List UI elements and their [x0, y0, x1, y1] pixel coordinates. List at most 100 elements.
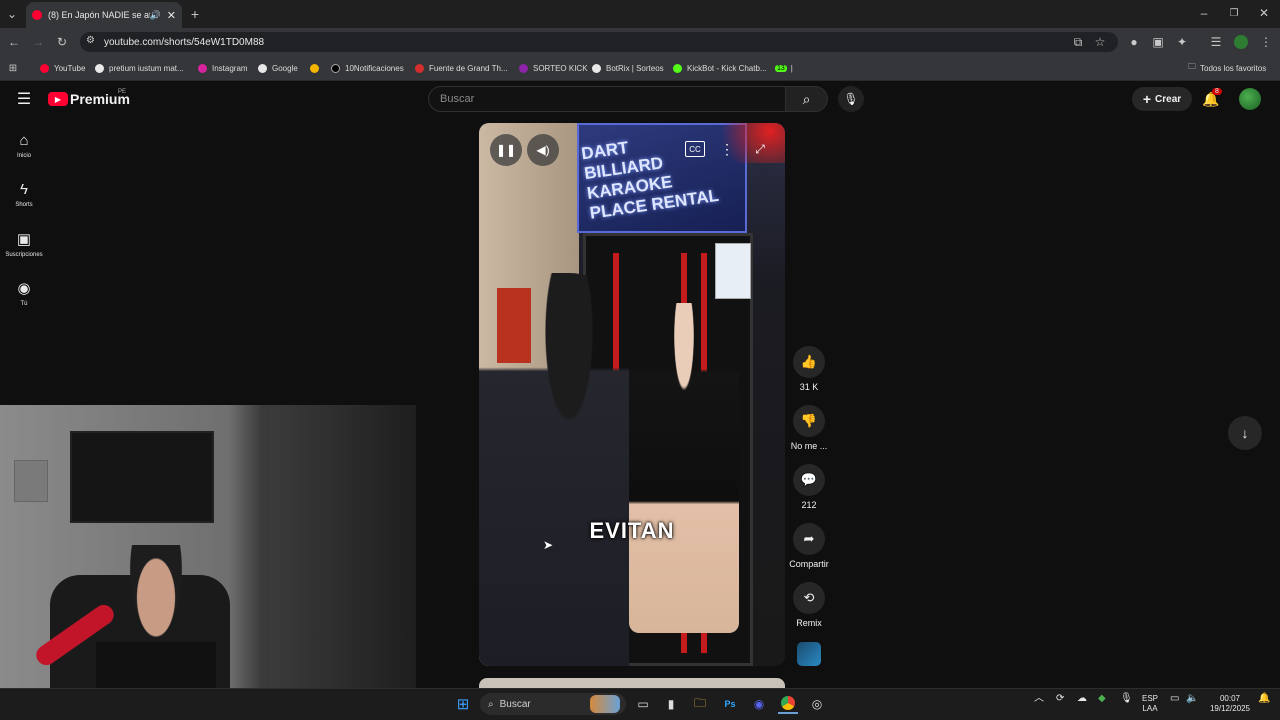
extension-icon[interactable]: ●	[1126, 34, 1142, 50]
wall-panel-scene	[14, 460, 48, 502]
site-info-icon[interactable]: ⚙	[86, 35, 95, 46]
kickbot-icon	[673, 63, 682, 73]
address-bar[interactable]: ⚙ youtube.com/shorts/54eW1TD0M88	[80, 32, 1118, 52]
microphone-tray-icon[interactable]: 🎙	[1120, 694, 1133, 704]
bookmark-sorteo-kick[interactable]: SORTEO KICK	[519, 61, 588, 75]
language-indicator[interactable]: ESP LAA	[1142, 694, 1158, 714]
sidebar-item-tu[interactable]: ◉ Tú	[0, 279, 48, 307]
bookmark-instagram[interactable]: Instagram	[198, 61, 248, 75]
chrome-icon[interactable]	[778, 694, 798, 714]
like-count: 31 K	[799, 382, 819, 392]
search-button[interactable]: ⌕	[786, 86, 828, 112]
bookmark-kickbot[interactable]: KickBot - Kick Chatb...	[673, 61, 767, 75]
back-icon[interactable]: ←	[6, 34, 22, 50]
clock[interactable]: 00:07 19/12/2025	[1206, 694, 1254, 714]
onedrive-icon[interactable]: ☁	[1077, 694, 1087, 704]
volume-button[interactable]: ◀)	[527, 134, 559, 166]
pause-button[interactable]: ❚❚	[490, 134, 522, 166]
speaker-icon[interactable]: 🔊	[150, 10, 161, 21]
x-icon	[331, 63, 340, 73]
apps-grid-icon[interactable]: ⊞	[6, 61, 20, 75]
bookmark-youtube[interactable]: YouTube	[40, 61, 85, 75]
instagram-icon	[198, 63, 207, 73]
home-icon: ⌂	[19, 132, 29, 149]
google-g-icon	[95, 63, 104, 73]
next-short-button[interactable]: ↓	[1228, 416, 1262, 450]
active-tab[interactable]: (8) En Japón NADIE se atreve 🔊 ✕	[26, 2, 182, 28]
dislike-button[interactable]: 👎 No me ...	[789, 405, 829, 451]
plus-icon: +	[1142, 91, 1152, 107]
bookmark-extra[interactable]	[310, 61, 324, 75]
like-button[interactable]: 👍 31 K	[789, 346, 829, 392]
voice-search-button[interactable]: 🎙	[838, 86, 864, 112]
install-app-icon[interactable]: ⧉	[1070, 34, 1086, 50]
reading-list-icon[interactable]: ☰	[1208, 34, 1224, 50]
search-highlight-icon	[590, 695, 620, 713]
logo-region: PE	[118, 89, 127, 95]
youtube-logo-icon[interactable]: ▶	[48, 92, 68, 106]
close-window-icon[interactable]: ✕	[1256, 5, 1272, 21]
mouse-cursor-icon: ➤	[543, 538, 554, 552]
bookmark-badge[interactable]: 13 |	[775, 61, 793, 75]
folder-icon: 🗀	[1188, 62, 1196, 71]
remix-icon: ⟲	[793, 582, 825, 614]
hamburger-menu-icon[interactable]: ☰	[14, 90, 34, 108]
comments-button[interactable]: 💬 212	[789, 464, 829, 510]
taskbar-search[interactable]: ⌕ Buscar	[480, 693, 626, 715]
all-bookmarks[interactable]: 🗀 Todos los favoritos	[1188, 61, 1266, 75]
fullscreen-icon[interactable]: ⤢	[751, 140, 769, 158]
sidebar-item-suscripciones[interactable]: ▣ Suscripciones	[0, 230, 48, 258]
restore-icon[interactable]: ❐	[1226, 5, 1242, 21]
profile-avatar[interactable]	[1234, 35, 1248, 49]
next-short-preview[interactable]	[479, 678, 785, 688]
extension-2-icon[interactable]: ▣	[1150, 34, 1166, 50]
new-tab-button[interactable]: +	[186, 5, 204, 23]
audio-thumbnail[interactable]	[797, 642, 821, 666]
discord-icon[interactable]: ◉	[749, 694, 769, 714]
file-explorer-icon[interactable]: 🗀	[690, 694, 710, 714]
minimize-icon[interactable]: –	[1196, 5, 1212, 21]
reload-icon[interactable]: ↻	[54, 34, 70, 50]
extensions-puzzle-icon[interactable]: ✦	[1174, 34, 1190, 50]
arrow-down-icon: ↓	[1241, 425, 1249, 441]
defender-icon[interactable]: ◆	[1098, 694, 1106, 704]
tray-chevron-icon[interactable]: ︿	[1034, 694, 1044, 704]
captions-icon[interactable]: CC	[685, 141, 705, 157]
youtube-icon	[40, 63, 49, 73]
close-tab-icon[interactable]: ✕	[167, 9, 176, 22]
bookmark-google[interactable]: Google	[258, 61, 298, 75]
remix-button[interactable]: ⟲ Remix	[789, 582, 829, 628]
forward-icon[interactable]: →	[30, 34, 46, 50]
photoshop-icon[interactable]: Ps	[720, 694, 740, 714]
bookmark-botrix[interactable]: BotRix | Sorteos	[592, 61, 664, 75]
tab-title: (8) En Japón NADIE se atreve	[48, 10, 150, 20]
more-options-icon[interactable]: ⋮	[719, 140, 735, 158]
bookmark-pretium[interactable]: pretium iustum mat...	[95, 61, 184, 75]
tray-app-icon[interactable]: ⟳	[1056, 694, 1064, 704]
sidebar-item-shorts[interactable]: ϟ Shorts	[0, 181, 48, 208]
bookmark-10notificaciones[interactable]: 10Notificaciones	[331, 61, 404, 75]
volume-tray-icon[interactable]: 🔈	[1186, 694, 1198, 704]
menu-kebab-icon[interactable]: ⋮	[1258, 34, 1274, 50]
account-avatar[interactable]	[1239, 88, 1261, 110]
video-caption: EVITAN	[589, 518, 675, 543]
create-button[interactable]: + Crear	[1132, 87, 1192, 111]
url-text: youtube.com/shorts/54eW1TD0M88	[104, 36, 265, 48]
windows-start-icon[interactable]: ⊞	[453, 694, 473, 714]
bookmark-star-icon[interactable]: ☆	[1092, 34, 1108, 50]
obs-icon[interactable]: ◎	[807, 694, 827, 714]
thumbs-up-icon: 👍	[793, 346, 825, 378]
tv-scene	[70, 431, 214, 523]
task-view-icon[interactable]: ▭	[633, 694, 653, 714]
bookmark-grand-theft[interactable]: Fuente de Grand Th...	[415, 61, 508, 75]
app-icon[interactable]: ▮	[661, 694, 681, 714]
notification-center-icon[interactable]: 🔔	[1258, 694, 1270, 704]
sidebar-item-inicio[interactable]: ⌂ Inicio	[0, 132, 48, 159]
google-icon	[258, 63, 267, 73]
search-input[interactable]: Buscar	[428, 86, 786, 112]
network-icon[interactable]: ▭	[1170, 694, 1179, 704]
short-video-player[interactable]: DART BILLIARD KARAOKE PLACE RENTAL ❚❚ ◀)…	[479, 123, 785, 666]
tab-search-icon[interactable]: ⌄	[4, 6, 20, 22]
search-icon: ⌕	[488, 698, 494, 710]
share-button[interactable]: ➦ Compartir	[783, 523, 835, 569]
